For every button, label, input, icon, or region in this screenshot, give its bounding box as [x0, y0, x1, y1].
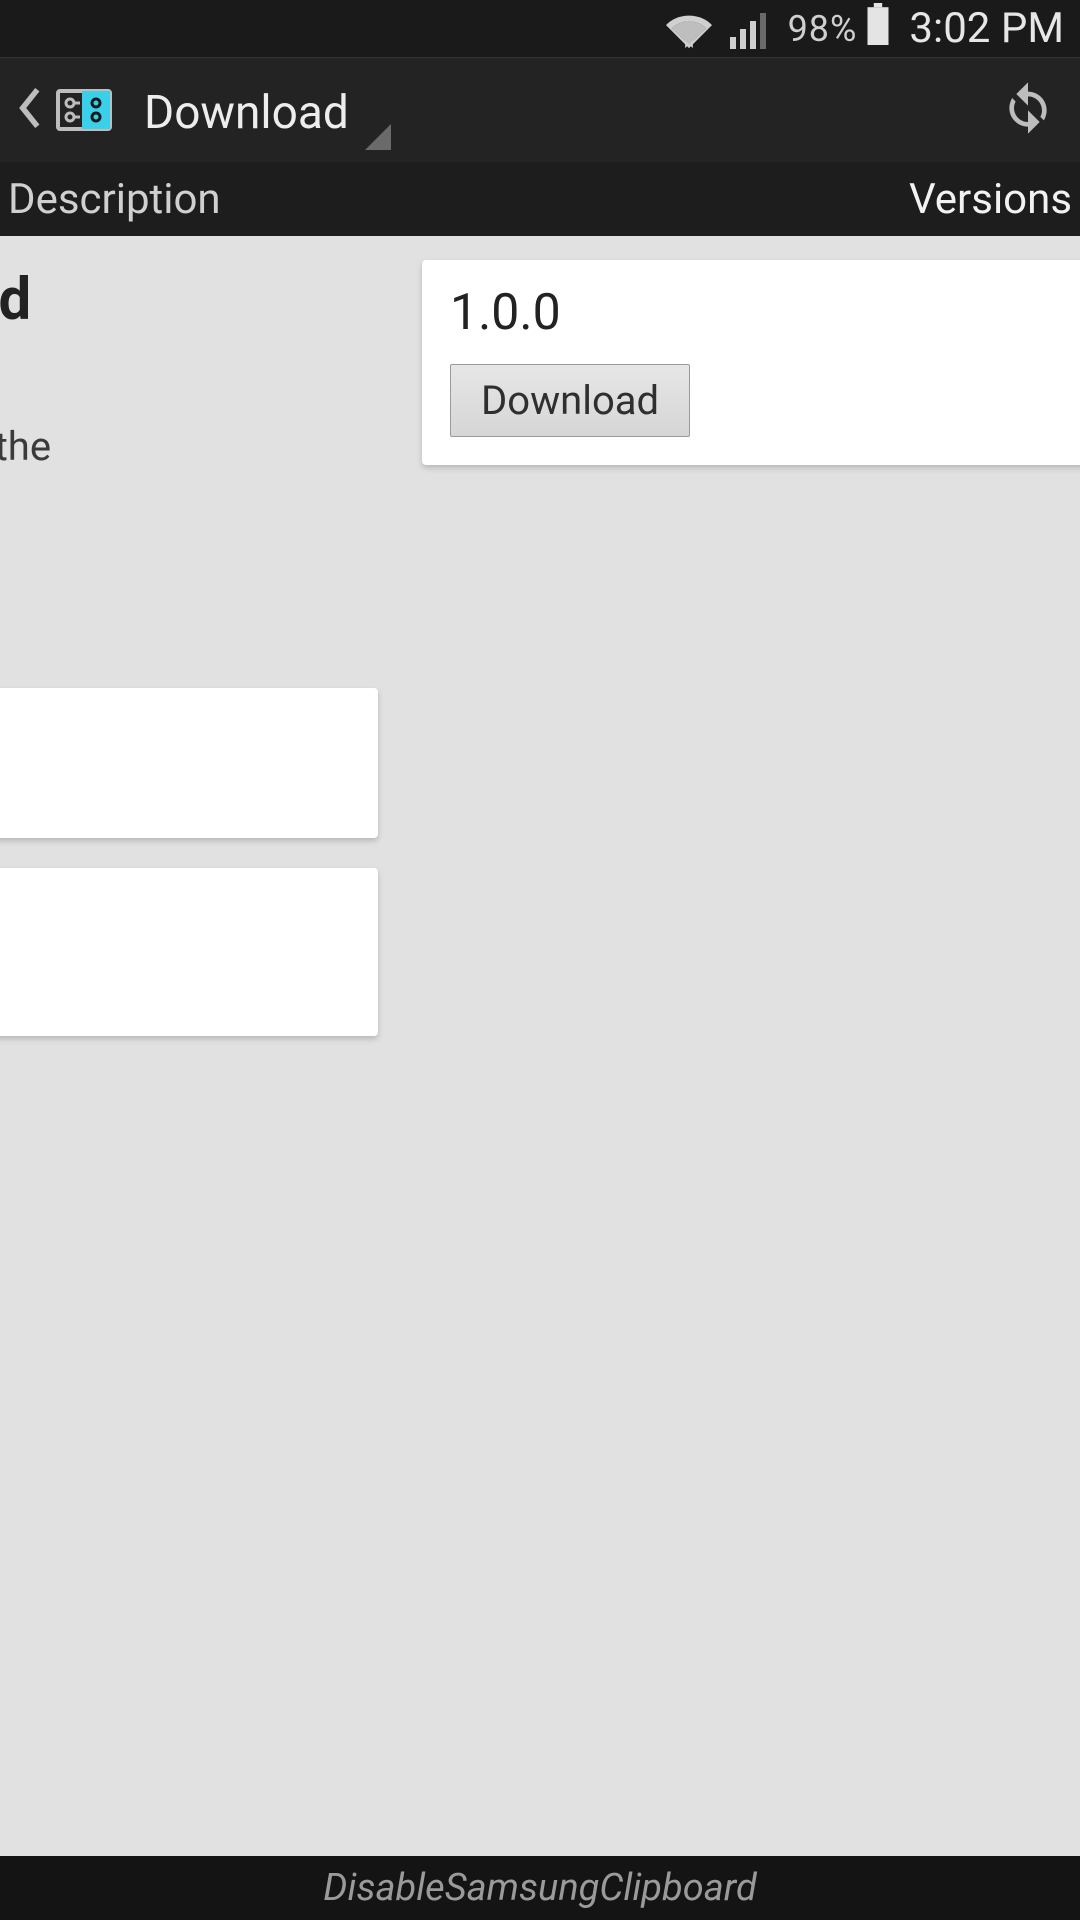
- module-title: DisableSamsungClipboard: [0, 266, 378, 334]
- version-card: 1.0.0 Download: [422, 260, 1080, 465]
- section-spinner[interactable]: Download: [126, 58, 391, 162]
- status-clock: 3:02 PM: [909, 4, 1064, 53]
- refresh-icon[interactable]: [1000, 80, 1062, 140]
- info-card-empty: [0, 688, 378, 838]
- footer-bar: DisableSamsungClipboard: [0, 1856, 1080, 1920]
- xposed-app-icon[interactable]: [52, 82, 116, 138]
- cell-signal-icon: [730, 9, 770, 49]
- module-link-line1[interactable]: http://repo.xposed.info/module/: [0, 898, 352, 954]
- battery-percent-label: 98%: [788, 8, 858, 50]
- wifi-icon: [666, 9, 712, 49]
- battery-status: 98%: [788, 3, 892, 55]
- tab-description[interactable]: Description: [4, 175, 221, 224]
- module-description-text: Disables the Samsung Clipboard, so clipb…: [0, 364, 378, 640]
- tab-bar: Description Versions: [0, 162, 1080, 236]
- module-link-line2[interactable]: com.disablesamsungclipboard: [0, 954, 352, 1010]
- footer-module-name: DisableSamsungClipboard: [323, 1866, 756, 1910]
- battery-icon: [865, 3, 891, 55]
- links-card: http://repo.xposed.info/module/ com.disa…: [0, 868, 378, 1036]
- action-bar: Download: [0, 58, 1080, 162]
- tab-versions[interactable]: Versions: [909, 175, 1076, 224]
- section-spinner-label: Download: [126, 86, 359, 154]
- versions-pane: 1.0.0 Download: [400, 236, 1080, 1856]
- version-number: 1.0.0: [450, 284, 1080, 342]
- status-bar: 98% 3:02 PM: [0, 0, 1080, 58]
- download-button[interactable]: Download: [450, 364, 690, 437]
- description-pane: DisableSamsungClipboard Disables the Sam…: [0, 236, 400, 1856]
- spinner-triangle-icon: [365, 124, 391, 150]
- content-viewport[interactable]: DisableSamsungClipboard Disables the Sam…: [0, 236, 1080, 1856]
- back-icon[interactable]: [18, 86, 42, 134]
